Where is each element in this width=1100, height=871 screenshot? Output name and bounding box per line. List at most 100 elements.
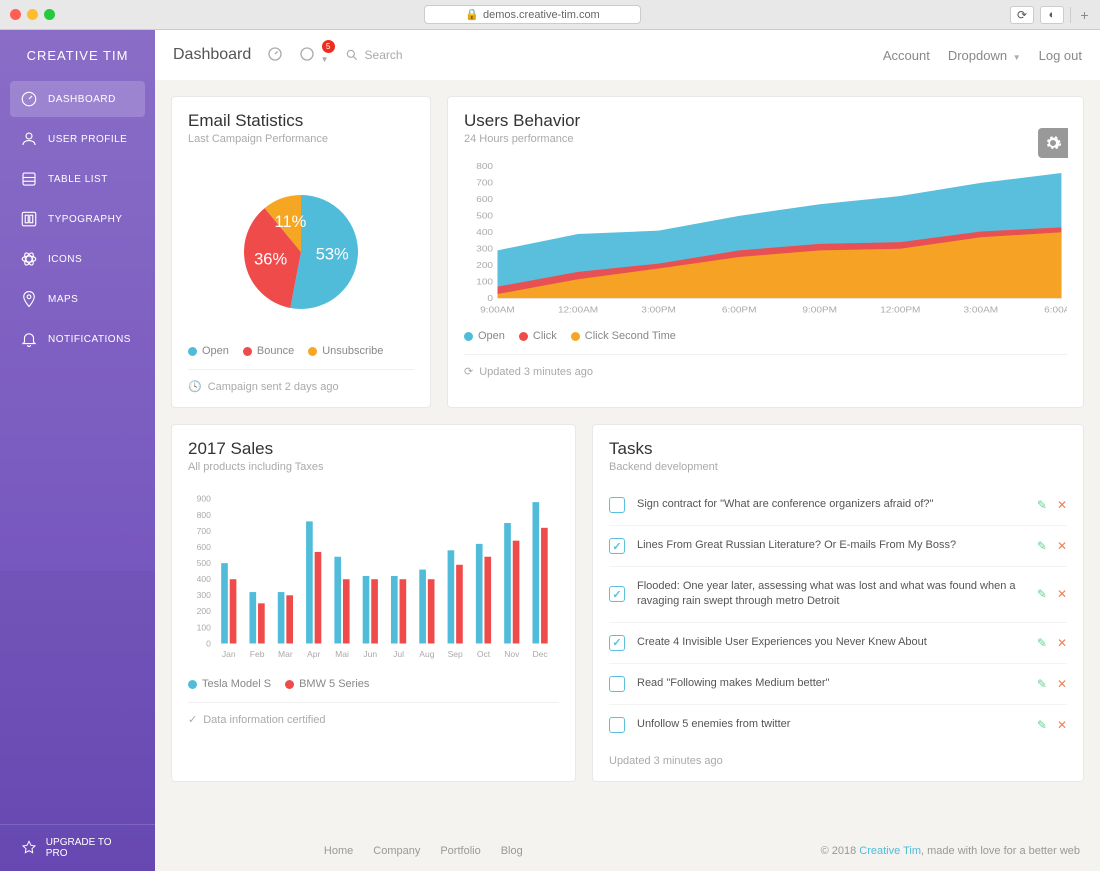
footer-link-company[interactable]: Company xyxy=(373,845,420,857)
minimize-window-button[interactable] xyxy=(27,9,38,20)
sidebar-item-label: MAPS xyxy=(48,294,78,305)
svg-text:6:00AM: 6:00AM xyxy=(1044,305,1067,314)
url-input[interactable]: 🔒 demos.creative-tim.com xyxy=(424,5,640,24)
footer-copyright: © 2018 Creative Tim, made with love for … xyxy=(821,845,1080,857)
sidebar-item-maps[interactable]: MAPS xyxy=(10,281,145,317)
task-checkbox[interactable] xyxy=(609,717,625,733)
upgrade-to-pro-button[interactable]: UPGRADE TO PRO xyxy=(0,824,155,871)
task-checkbox[interactable] xyxy=(609,538,625,554)
search-placeholder: Search xyxy=(365,48,403,62)
task-checkbox[interactable] xyxy=(609,676,625,692)
svg-text:300: 300 xyxy=(197,590,212,600)
svg-text:200: 200 xyxy=(197,606,212,616)
task-checkbox[interactable] xyxy=(609,586,625,602)
card-email-statistics: Email Statistics Last Campaign Performan… xyxy=(171,96,431,408)
settings-fab[interactable] xyxy=(1038,128,1068,158)
sidebar-item-dashboard[interactable]: DASHBOARD xyxy=(10,81,145,117)
card-title: 2017 Sales xyxy=(188,439,559,459)
delete-icon[interactable]: ✕ xyxy=(1057,677,1067,691)
svg-text:11%: 11% xyxy=(274,213,306,231)
sidebar-item-label: TYPOGRAPHY xyxy=(48,214,122,225)
sidebar-item-table-list[interactable]: TABLE LIST xyxy=(10,161,145,197)
edit-icon[interactable]: ✎ xyxy=(1037,718,1047,732)
task-row: Create 4 Invisible User Experiences you … xyxy=(609,623,1067,664)
notifications-icon-button[interactable]: 5 ▼ xyxy=(299,46,328,65)
logout-link[interactable]: Log out xyxy=(1039,48,1082,63)
sidebar-item-label: ICONS xyxy=(48,254,82,265)
svg-text:3:00AM: 3:00AM xyxy=(964,305,999,314)
card-title: Tasks xyxy=(609,439,1067,459)
dropdown-link[interactable]: Dropdown ▼ xyxy=(948,48,1021,63)
task-actions: ✎✕ xyxy=(1037,636,1067,650)
edit-icon[interactable]: ✎ xyxy=(1037,677,1047,691)
task-row: Unfollow 5 enemies from twitter✎✕ xyxy=(609,705,1067,745)
svg-text:12:00AM: 12:00AM xyxy=(558,305,598,314)
svg-text:300: 300 xyxy=(476,244,493,253)
delete-icon[interactable]: ✕ xyxy=(1057,587,1067,601)
stats-icon-button[interactable] xyxy=(267,46,283,65)
legend-bounce: Bounce xyxy=(243,345,294,357)
svg-text:9:00PM: 9:00PM xyxy=(802,305,837,314)
delete-icon[interactable]: ✕ xyxy=(1057,636,1067,650)
task-actions: ✎✕ xyxy=(1037,498,1067,512)
svg-text:Feb: Feb xyxy=(250,649,265,659)
footer-creative-tim-link[interactable]: Creative Tim xyxy=(859,845,921,857)
task-text: Sign contract for "What are conference o… xyxy=(637,497,1025,512)
user-icon xyxy=(20,130,38,148)
footer-link-portfolio[interactable]: Portfolio xyxy=(440,845,480,857)
task-text: Create 4 Invisible User Experiences you … xyxy=(637,635,1025,650)
task-actions: ✎✕ xyxy=(1037,677,1067,691)
gear-icon xyxy=(1044,134,1062,152)
account-link[interactable]: Account xyxy=(883,48,930,63)
legend-open: Open xyxy=(464,330,505,342)
footer-link-home[interactable]: Home xyxy=(324,845,353,857)
main: Dashboard 5 ▼ Search Account Dropdown ▼ … xyxy=(155,30,1100,871)
close-window-button[interactable] xyxy=(10,9,21,20)
task-text: Lines From Great Russian Literature? Or … xyxy=(637,538,1025,553)
sidebar-nav: DASHBOARD USER PROFILE TABLE LIST TYPOGR… xyxy=(0,81,155,361)
upgrade-label: UPGRADE TO PRO xyxy=(46,837,135,859)
sidebar-item-user-profile[interactable]: USER PROFILE xyxy=(10,121,145,157)
maximize-window-button[interactable] xyxy=(44,9,55,20)
chevron-down-icon: ▼ xyxy=(321,55,329,64)
card-subtitle: 24 Hours performance xyxy=(464,133,1067,145)
pie-legend: Open Bounce Unsubscribe xyxy=(188,345,414,357)
task-checkbox[interactable] xyxy=(609,497,625,513)
delete-icon[interactable]: ✕ xyxy=(1057,718,1067,732)
svg-text:700: 700 xyxy=(476,178,493,187)
rocket-icon xyxy=(20,839,38,857)
svg-text:36%: 36% xyxy=(254,250,287,268)
svg-text:500: 500 xyxy=(476,211,493,220)
reader-button[interactable]: ◐ xyxy=(1040,6,1064,24)
area-chart: 01002003004005006007008009:00AM12:00AM3:… xyxy=(464,157,1067,317)
svg-text:Jul: Jul xyxy=(393,649,404,659)
svg-text:400: 400 xyxy=(197,574,212,584)
topbar-right: Account Dropdown ▼ Log out xyxy=(883,48,1082,63)
sidebar-item-typography[interactable]: TYPOGRAPHY xyxy=(10,201,145,237)
edit-icon[interactable]: ✎ xyxy=(1037,587,1047,601)
search-input[interactable]: Search xyxy=(345,48,403,62)
chevron-down-icon: ▼ xyxy=(1013,53,1021,62)
refresh-button[interactable]: ⟳ xyxy=(1010,6,1034,24)
task-actions: ✎✕ xyxy=(1037,718,1067,732)
brand-logo[interactable]: CREATIVE TIM xyxy=(0,30,155,81)
svg-text:3:00PM: 3:00PM xyxy=(641,305,676,314)
task-text: Unfollow 5 enemies from twitter xyxy=(637,717,1025,732)
edit-icon[interactable]: ✎ xyxy=(1037,539,1047,553)
delete-icon[interactable]: ✕ xyxy=(1057,498,1067,512)
bell-icon xyxy=(20,330,38,348)
search-icon xyxy=(345,48,359,62)
footer-link-blog[interactable]: Blog xyxy=(501,845,523,857)
card-footer: ⟳ Updated 3 minutes ago xyxy=(464,354,1067,378)
delete-icon[interactable]: ✕ xyxy=(1057,539,1067,553)
sidebar-item-icons[interactable]: ICONS xyxy=(10,241,145,277)
edit-icon[interactable]: ✎ xyxy=(1037,498,1047,512)
task-checkbox[interactable] xyxy=(609,635,625,651)
sidebar-item-notifications[interactable]: NOTIFICATIONS xyxy=(10,321,145,357)
svg-text:100: 100 xyxy=(197,622,212,632)
edit-icon[interactable]: ✎ xyxy=(1037,636,1047,650)
card-tasks: Tasks Backend development Sign contract … xyxy=(592,424,1084,782)
new-tab-button[interactable]: + xyxy=(1070,7,1090,23)
svg-text:800: 800 xyxy=(476,162,493,171)
task-actions: ✎✕ xyxy=(1037,539,1067,553)
